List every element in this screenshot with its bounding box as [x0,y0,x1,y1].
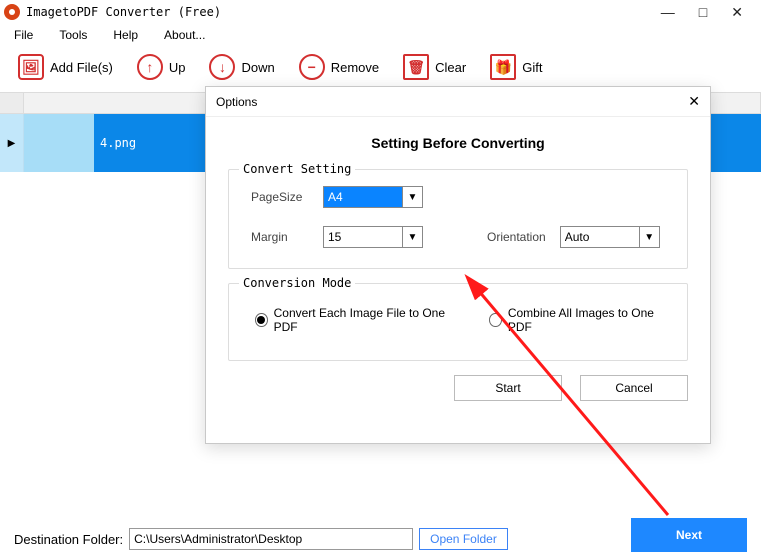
trash-icon: 🗑 [403,54,429,80]
minimize-button[interactable]: — [661,4,675,21]
menu-about[interactable]: About... [164,28,205,42]
orientation-input[interactable] [561,227,639,247]
maximize-button[interactable]: □ [699,4,707,21]
header-index [0,93,24,113]
chevron-down-icon[interactable]: ▼ [402,227,422,247]
radio-each-label: Convert Each Image File to One PDF [274,306,450,334]
clear-button[interactable]: 🗑 Clear [395,52,474,82]
menu-tools[interactable]: Tools [59,28,87,42]
dialog-titlebar: Options ✕ [206,87,710,117]
up-label: Up [169,60,186,75]
dialog-heading: Setting Before Converting [228,135,688,151]
convert-setting-group: Convert Setting PageSize ▼ Margin ▼ Orie… [228,169,688,269]
margin-input[interactable] [324,227,402,247]
add-files-label: Add File(s) [50,60,113,75]
destination-label: Destination Folder: [14,532,123,547]
close-button[interactable]: ✕ [731,4,743,21]
minus-icon: − [299,54,325,80]
image-icon: 🖼 [18,54,44,80]
chevron-down-icon[interactable]: ▼ [402,187,422,207]
radio-each[interactable]: Convert Each Image File to One PDF [255,306,449,334]
pagesize-combo[interactable]: ▼ [323,186,423,208]
down-label: Down [241,60,274,75]
remove-button[interactable]: − Remove [291,52,387,82]
start-button[interactable]: Start [454,375,562,401]
radio-combine-label: Combine All Images to One PDF [508,306,661,334]
margin-combo[interactable]: ▼ [323,226,423,248]
radio-icon [255,313,268,327]
pagesize-input[interactable] [324,187,402,207]
gift-icon: 🎁 [490,54,516,80]
row-thumbnail [24,114,94,172]
destination-input[interactable] [129,528,413,550]
chevron-down-icon[interactable]: ▼ [639,227,659,247]
radio-combine[interactable]: Combine All Images to One PDF [489,306,661,334]
clear-label: Clear [435,60,466,75]
conversion-mode-group: Conversion Mode Convert Each Image File … [228,283,688,361]
row-marker: ▶ [8,138,16,149]
down-button[interactable]: ↓ Down [201,52,282,82]
convert-setting-legend: Convert Setting [239,162,355,176]
orientation-combo[interactable]: ▼ [560,226,660,248]
cancel-button[interactable]: Cancel [580,375,688,401]
pagesize-label: PageSize [251,190,309,204]
arrow-up-icon: ↑ [137,54,163,80]
next-button[interactable]: Next [631,518,747,552]
up-button[interactable]: ↑ Up [129,52,194,82]
gift-button[interactable]: 🎁 Gift [482,52,550,82]
next-label: Next [676,528,702,542]
margin-label: Margin [251,230,309,244]
dialog-close-button[interactable]: ✕ [688,93,700,110]
arrow-down-icon: ↓ [209,54,235,80]
menubar: File Tools Help About... [0,24,761,46]
menu-help[interactable]: Help [113,28,138,42]
orientation-label: Orientation [487,230,546,244]
remove-label: Remove [331,60,379,75]
add-files-button[interactable]: 🖼 Add File(s) [10,52,121,82]
dialog-title: Options [216,95,257,109]
options-dialog: Options ✕ Setting Before Converting Conv… [205,86,711,444]
app-title: ImagetoPDF Converter (Free) [26,5,221,19]
app-icon [4,4,20,20]
gift-label: Gift [522,60,542,75]
open-folder-button[interactable]: Open Folder [419,528,508,550]
radio-icon [489,313,502,327]
row-marker-cell: ▶ [0,114,24,172]
titlebar: ImagetoPDF Converter (Free) — □ ✕ [0,0,761,24]
conversion-mode-legend: Conversion Mode [239,276,355,290]
menu-file[interactable]: File [14,28,33,42]
